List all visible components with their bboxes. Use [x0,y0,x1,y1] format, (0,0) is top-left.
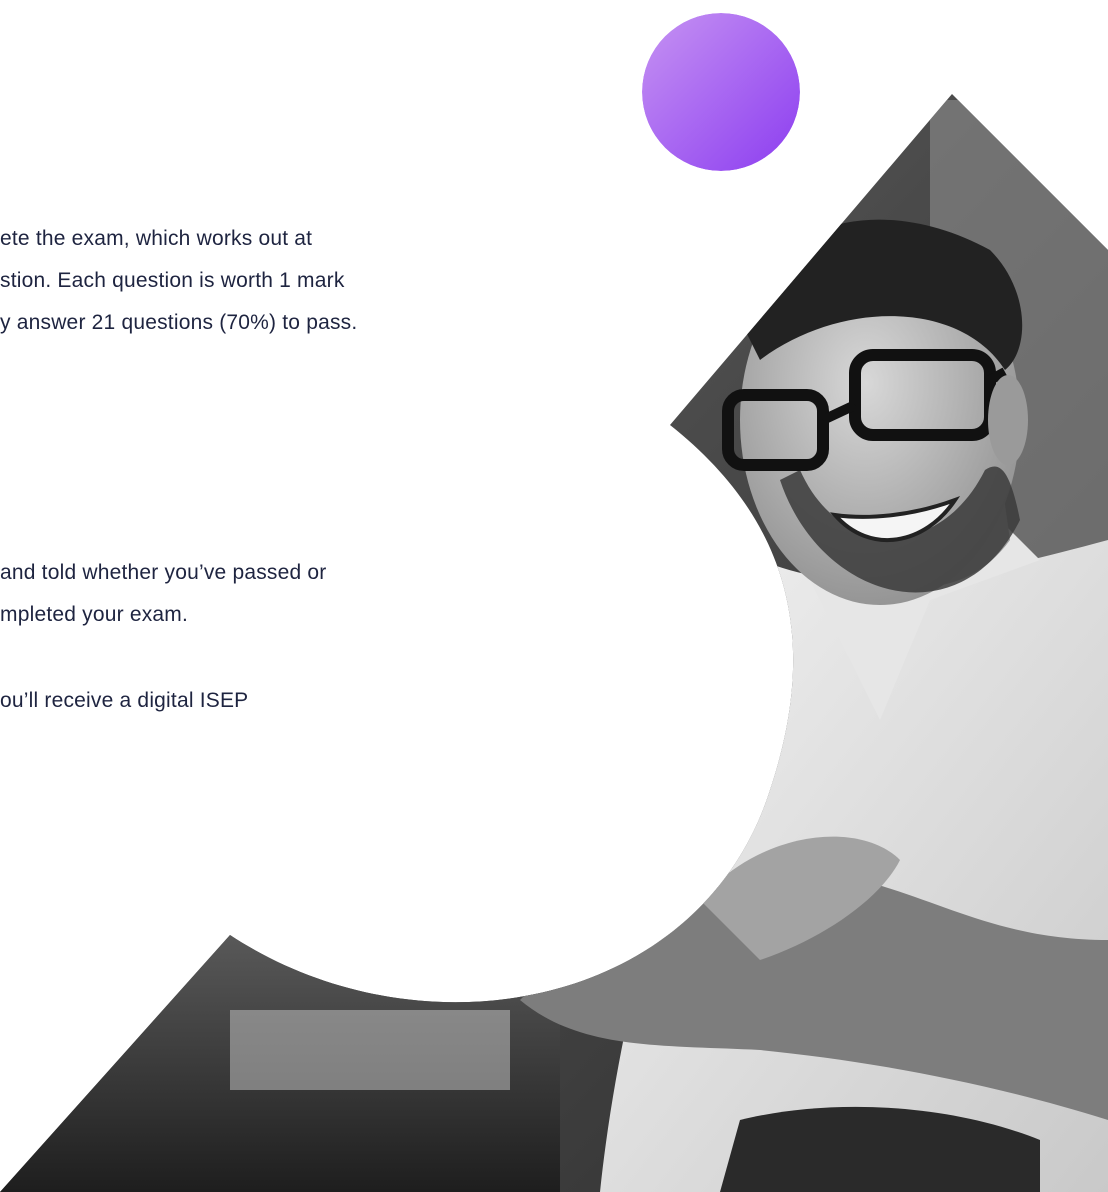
page-canvas: ete the exam, which works out at stion. … [0,0,1108,1192]
accent-circle [642,13,800,171]
hero-photo [0,94,1108,1192]
photo-clip-group [0,94,1108,1192]
